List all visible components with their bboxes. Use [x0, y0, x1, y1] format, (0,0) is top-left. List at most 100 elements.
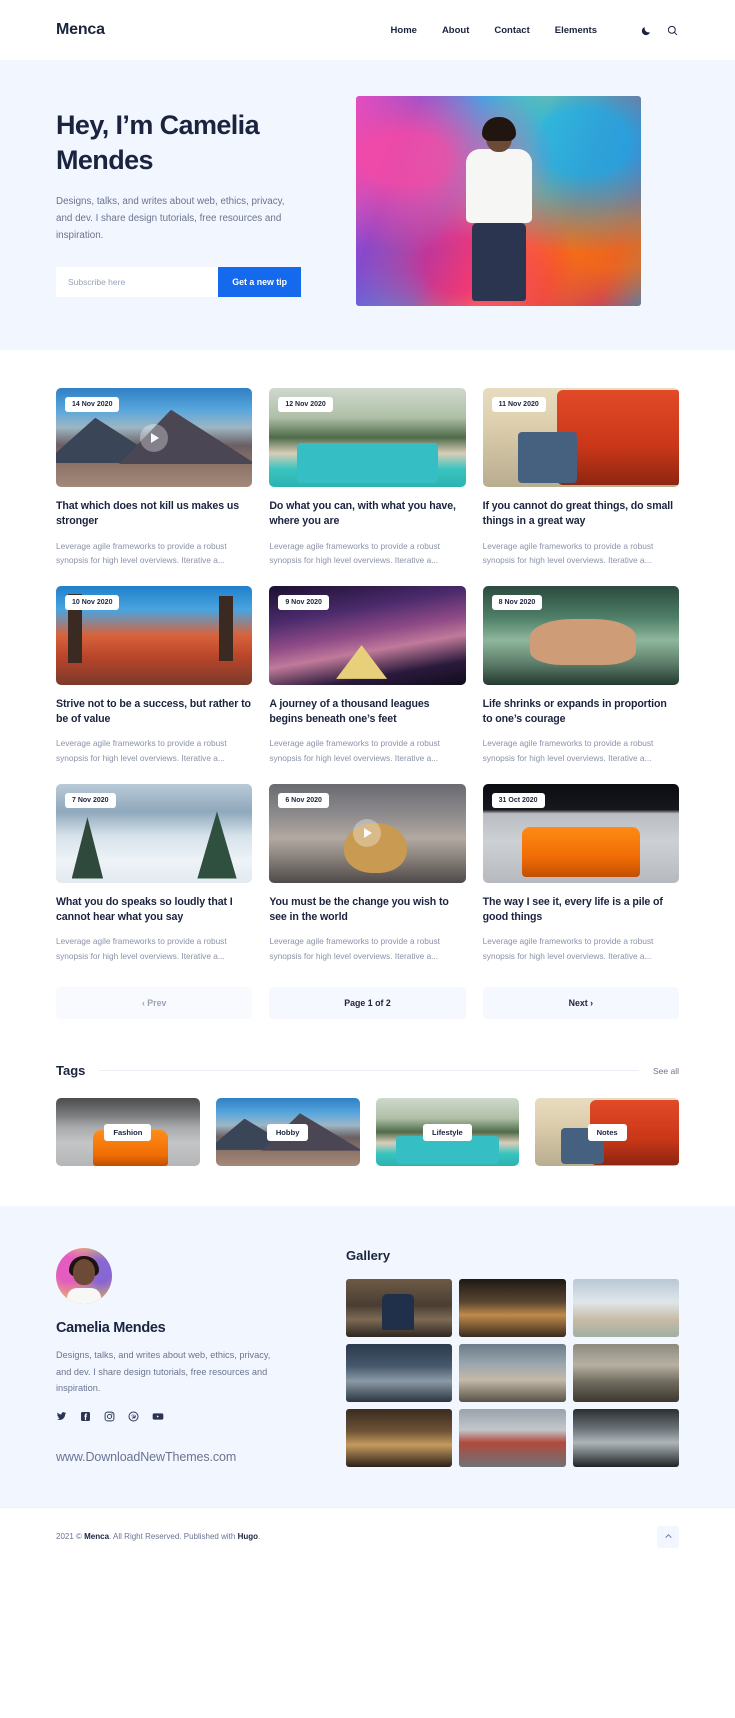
hero-figure-legs [471, 223, 526, 301]
copyright-platform: Hugo [237, 1532, 258, 1542]
nav-item-contact[interactable]: Contact [494, 25, 529, 36]
tag-label: Notes [587, 1123, 627, 1141]
post-excerpt: Leverage agile frameworks to provide a r… [56, 540, 227, 566]
get-a-new-tip-button[interactable]: Get a new tip [218, 266, 301, 297]
hero-portrait-image [356, 96, 641, 306]
gallery-item[interactable] [572, 1344, 679, 1403]
post-thumbnail[interactable]: 6 Nov 2020 [269, 783, 466, 883]
post-excerpt: Leverage agile frameworks to provide a r… [269, 540, 440, 566]
post-title[interactable]: What you do speaks so loudly that I cann… [56, 895, 252, 926]
post-thumbnail[interactable]: 8 Nov 2020 [482, 585, 679, 685]
post-card[interactable]: 9 Nov 2020 A journey of a thousand league… [269, 585, 466, 766]
gallery-item[interactable] [572, 1409, 679, 1468]
gallery-item[interactable] [346, 1279, 453, 1338]
post-title[interactable]: You must be the change you wish to see i… [269, 895, 465, 926]
search-icon[interactable] [666, 24, 679, 37]
hero-figure [463, 117, 535, 306]
site-logo[interactable]: Menca [56, 21, 105, 39]
tag-card[interactable]: Hobby [215, 1098, 360, 1167]
tag-label: Hobby [266, 1123, 309, 1141]
author-bio: Designs, talks, and writes about web, et… [56, 1350, 271, 1394]
post-thumbnail[interactable]: 11 Nov 2020 [482, 388, 679, 487]
scroll-to-top-button[interactable] [657, 1525, 679, 1548]
gallery-item[interactable] [459, 1344, 566, 1403]
post-date-badge: 14 Nov 2020 [65, 397, 120, 412]
post-thumbnail[interactable]: 12 Nov 2020 [269, 388, 466, 487]
post-card[interactable]: 8 Nov 2020 Life shrinks or expands in pro… [482, 585, 679, 766]
post-thumbnail[interactable]: 31 Oct 2020 [482, 783, 679, 883]
post-card[interactable]: 7 Nov 2020 What you do speaks so loudly t… [56, 783, 253, 964]
tags-divider [99, 1070, 639, 1072]
pagination: ‹ Prev Page 1 of 2 Next › [56, 987, 679, 1020]
site-footer: 2021 © Menca. All Right Reserved. Publis… [0, 1507, 735, 1566]
tags-title: Tags [56, 1063, 86, 1079]
gallery-item[interactable] [459, 1279, 566, 1338]
avatar [56, 1248, 112, 1305]
post-card[interactable]: 31 Oct 2020 The way I see it, every life … [482, 783, 679, 964]
post-date-badge: 11 Nov 2020 [491, 397, 546, 412]
tags-section: Tags See all Fashion Hobby Lifestyle Notes [0, 1029, 735, 1207]
play-icon[interactable] [140, 423, 169, 452]
post-title[interactable]: Strive not to be a success, but rather t… [56, 697, 252, 728]
twitter-icon[interactable] [56, 1411, 67, 1422]
tags-header: Tags See all [56, 1063, 679, 1078]
instagram-icon[interactable] [104, 1411, 115, 1422]
hero-figure-torso [465, 149, 532, 223]
post-excerpt: Leverage agile frameworks to provide a r… [482, 936, 654, 961]
tag-card[interactable]: Notes [535, 1098, 679, 1167]
pagination-prev-button[interactable]: ‹ Prev [56, 987, 253, 1020]
tag-card[interactable]: Fashion [56, 1098, 200, 1167]
tags-see-all-link[interactable]: See all [653, 1066, 679, 1076]
gallery-item[interactable] [572, 1279, 679, 1338]
post-thumbnail[interactable]: 9 Nov 2020 [269, 585, 466, 685]
hero-subtitle: Designs, talks, and writes about web, et… [56, 196, 285, 242]
post-thumbnail[interactable]: 7 Nov 2020 [56, 783, 253, 883]
pagination-next-button[interactable]: Next › [482, 987, 679, 1020]
post-excerpt: Leverage agile frameworks to provide a r… [269, 936, 440, 961]
post-date-badge: 9 Nov 2020 [278, 594, 329, 610]
subscribe-email-input[interactable] [56, 266, 219, 297]
gallery-title: Gallery [346, 1248, 391, 1264]
site-header: Menca Home About Contact Elements [0, 0, 735, 60]
post-title[interactable]: If you cannot do great things, do small … [483, 499, 679, 530]
hero-figure-head [481, 117, 516, 152]
post-excerpt: Leverage agile frameworks to provide a r… [56, 738, 227, 763]
nav-item-about[interactable]: About [442, 25, 469, 36]
hero-title: Hey, I’m Camelia Mendes [56, 110, 260, 175]
play-icon[interactable] [353, 819, 382, 847]
avatar-body [67, 1288, 101, 1305]
copyright-mid: . All Right Reserved. Published with [109, 1532, 238, 1542]
moon-icon[interactable] [640, 24, 653, 37]
post-excerpt: Leverage agile frameworks to provide a r… [482, 738, 654, 763]
post-thumbnail[interactable]: 14 Nov 2020 [56, 388, 253, 487]
post-card[interactable]: 12 Nov 2020 Do what you can, with what yo… [269, 388, 466, 568]
post-title[interactable]: Do what you can, with what you have, whe… [269, 499, 465, 530]
post-title[interactable]: A journey of a thousand leagues begins b… [269, 697, 465, 728]
post-card[interactable]: 10 Nov 2020 Strive not to be a success, b… [56, 585, 253, 766]
tag-label: Fashion [104, 1123, 152, 1141]
post-title[interactable]: Life shrinks or expands in proportion to… [483, 697, 679, 728]
youtube-icon[interactable] [152, 1411, 164, 1422]
author-gallery-section: Camelia Mendes Designs, talks, and write… [0, 1206, 735, 1508]
nav-item-home[interactable]: Home [391, 25, 417, 36]
gallery-item[interactable] [346, 1409, 453, 1468]
post-card[interactable]: 6 Nov 2020 You must be the change you wis… [269, 783, 466, 964]
post-card[interactable]: 11 Nov 2020 If you cannot do great things… [482, 388, 679, 568]
copyright-brand: Menca [84, 1532, 110, 1542]
hero-content: Hey, I’m Camelia Mendes Designs, talks, … [56, 96, 326, 306]
gallery-item[interactable] [346, 1344, 453, 1403]
post-thumbnail[interactable]: 10 Nov 2020 [56, 585, 253, 685]
nav-item-elements[interactable]: Elements [555, 25, 597, 36]
post-date-badge: 10 Nov 2020 [65, 594, 120, 610]
facebook-icon[interactable] [80, 1411, 91, 1422]
post-title[interactable]: The way I see it, every life is a pile o… [483, 895, 679, 926]
pinterest-icon[interactable] [128, 1411, 139, 1422]
post-card[interactable]: 14 Nov 2020 That which does not kill us m… [56, 388, 253, 568]
tag-card[interactable]: Lifestyle [375, 1098, 520, 1167]
posts-grid: 14 Nov 2020 That which does not kill us m… [56, 388, 679, 963]
post-title[interactable]: That which does not kill us makes us str… [56, 499, 252, 530]
website-url[interactable]: www.DownloadNewThemes.com [56, 1450, 314, 1464]
gallery-item[interactable] [459, 1409, 566, 1468]
hero-image-wrap [356, 96, 679, 306]
copyright-text: 2021 © Menca. All Right Reserved. Publis… [56, 1532, 260, 1541]
